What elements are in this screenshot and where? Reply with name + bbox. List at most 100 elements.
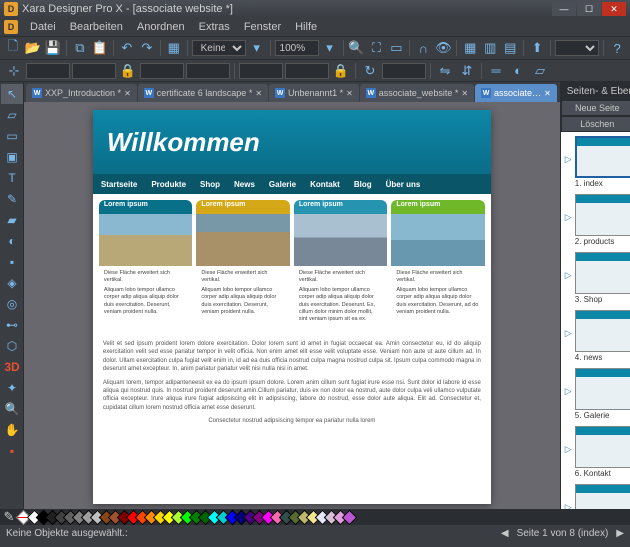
group-icon[interactable]: ▦ xyxy=(165,38,183,58)
dropdown-icon[interactable]: ▾ xyxy=(248,38,266,58)
page-thumb-item[interactable]: ▷3. Shop xyxy=(565,252,630,304)
undo-icon[interactable]: ↶ xyxy=(118,38,136,58)
expand-icon[interactable]: ▷ xyxy=(565,444,573,455)
zoom-tool-icon[interactable]: 🔍 xyxy=(1,399,23,419)
app-menu-icon[interactable]: D xyxy=(4,20,18,34)
shape-tool-icon[interactable]: ▱ xyxy=(1,105,23,125)
magnet-icon[interactable]: ∩ xyxy=(414,38,432,58)
shadow-tool-icon[interactable]: ▪ xyxy=(1,252,23,272)
doc-tab[interactable]: Wassociate_website *✕ xyxy=(360,84,474,102)
expand-icon[interactable]: ▷ xyxy=(565,212,573,223)
new-icon[interactable]: 🗋 xyxy=(4,38,22,58)
tab-close-icon[interactable]: ✕ xyxy=(124,89,131,98)
expand-icon[interactable]: ▷ xyxy=(565,386,573,397)
text-tool-icon[interactable]: T xyxy=(1,168,23,188)
expand-icon[interactable]: ▷ xyxy=(565,328,573,339)
maximize-button[interactable]: ☐ xyxy=(577,2,601,16)
tab-close-icon[interactable]: ✕ xyxy=(461,89,468,98)
tab-close-icon[interactable]: ✕ xyxy=(544,89,551,98)
gallery2-icon[interactable]: ▥ xyxy=(481,38,499,58)
color-swatch[interactable] xyxy=(342,509,358,525)
gallery-icon[interactable]: ▦ xyxy=(461,38,479,58)
sx-input[interactable] xyxy=(239,63,283,79)
color-edit-icon[interactable]: ✎ xyxy=(2,507,16,527)
contour-tool-icon[interactable]: ◎ xyxy=(1,294,23,314)
nav-prev-icon[interactable]: ◀ xyxy=(501,528,509,539)
flip-h-icon[interactable]: ⇋ xyxy=(435,61,455,81)
tab-close-icon[interactable]: ✕ xyxy=(255,89,262,98)
flip-v-icon[interactable]: ⇵ xyxy=(457,61,477,81)
zoom-input[interactable] xyxy=(275,40,319,56)
doc-tab[interactable]: WXXP_Introduction *✕ xyxy=(26,84,137,102)
page-thumb-item[interactable]: ▷1. index xyxy=(565,136,630,188)
menu-fenster[interactable]: Fenster xyxy=(238,19,287,35)
zoom-dropdown-icon[interactable]: ▾ xyxy=(321,38,339,58)
fill-tool-icon[interactable]: ▰ xyxy=(1,210,23,230)
website-canvas[interactable]: Willkommen StartseiteProdukteShopNewsGal… xyxy=(93,110,491,504)
doc-tab[interactable]: Wcertificate 6 landscape *✕ xyxy=(138,84,268,102)
close-button[interactable]: ✕ xyxy=(602,2,626,16)
color-picker-icon[interactable]: ▪ xyxy=(1,441,23,461)
page-thumb-item[interactable]: ▷6. Kontakt xyxy=(565,426,630,478)
angle-input[interactable] xyxy=(382,63,426,79)
w-input[interactable] xyxy=(140,63,184,79)
nav-next-icon[interactable]: ▶ xyxy=(616,528,624,539)
export-icon[interactable]: ⬆ xyxy=(528,38,546,58)
menu-datei[interactable]: Datei xyxy=(24,19,62,35)
sy-input[interactable] xyxy=(285,63,329,79)
tab-close-icon[interactable]: ✕ xyxy=(346,89,353,98)
expand-icon[interactable]: ▷ xyxy=(565,502,573,509)
page-thumb-item[interactable]: ▷4. news xyxy=(565,310,630,362)
paste-icon[interactable]: 📋 xyxy=(91,38,109,58)
misc-icon[interactable]: ◐ xyxy=(508,61,528,81)
bevel-tool-icon[interactable]: ◈ xyxy=(1,273,23,293)
minimize-button[interactable]: — xyxy=(552,2,576,16)
misc-select[interactable] xyxy=(555,40,599,56)
lock-icon[interactable]: 🔒 xyxy=(118,61,138,81)
zoom-page-icon[interactable]: ▭ xyxy=(387,38,405,58)
delete-button[interactable]: Löschen xyxy=(561,116,630,132)
menu-bearbeiten[interactable]: Bearbeiten xyxy=(64,19,129,35)
x-input[interactable] xyxy=(26,63,70,79)
menu-hilfe[interactable]: Hilfe xyxy=(289,19,323,35)
page-thumb-item[interactable]: ▷5. Galerie xyxy=(565,368,630,420)
y-input[interactable] xyxy=(72,63,116,79)
help-icon[interactable]: ? xyxy=(608,38,626,58)
anchor-icon[interactable]: ⊹ xyxy=(4,61,24,81)
lock2-icon[interactable]: 🔒 xyxy=(331,61,351,81)
zoom-prev-icon[interactable]: 🔍 xyxy=(347,38,365,58)
scale-line-icon[interactable]: ═ xyxy=(486,61,506,81)
style-select[interactable]: Keine xyxy=(192,40,246,56)
save-icon[interactable]: 💾 xyxy=(44,38,62,58)
doc-tab[interactable]: Wassociate…✕ xyxy=(475,84,557,102)
new-page-button[interactable]: Neue Seite xyxy=(561,100,630,116)
page-thumb-item[interactable]: ▷7. blog xyxy=(565,484,630,509)
selector-tool-icon[interactable]: ↖ xyxy=(1,84,23,104)
transparency-tool-icon[interactable]: ◐ xyxy=(1,231,23,251)
menu-extras[interactable]: Extras xyxy=(193,19,236,35)
zoom-fit-icon[interactable]: ⛶ xyxy=(367,38,385,58)
rotate-icon[interactable]: ↻ xyxy=(360,61,380,81)
gallery3-icon[interactable]: ▤ xyxy=(501,38,519,58)
copy-icon[interactable]: ⧉ xyxy=(71,38,89,58)
blend-tool-icon[interactable]: ⊷ xyxy=(1,315,23,335)
redo-icon[interactable]: ↷ xyxy=(138,38,156,58)
open-icon[interactable]: 📂 xyxy=(24,38,42,58)
pen-tool-icon[interactable]: ✎ xyxy=(1,189,23,209)
page-thumbnails[interactable]: ▷1. index ▷2. products ▷3. Shop ▷4. news ▷5.… xyxy=(561,132,630,509)
mould-tool-icon[interactable]: ⬡ xyxy=(1,336,23,356)
expand-icon[interactable]: ▷ xyxy=(565,154,573,165)
menu-anordnen[interactable]: Anordnen xyxy=(131,19,191,35)
doc-tab[interactable]: WUnbenannt1 *✕ xyxy=(269,84,359,102)
3d-tool-icon[interactable]: 3D xyxy=(1,357,23,377)
canvas-viewport[interactable]: Willkommen StartseiteProdukteShopNewsGal… xyxy=(24,102,560,509)
expand-icon[interactable]: ▷ xyxy=(565,270,573,281)
rect-tool-icon[interactable]: ▭ xyxy=(1,126,23,146)
push-tool-icon[interactable]: ✋ xyxy=(1,420,23,440)
misc2-icon[interactable]: ▱ xyxy=(530,61,550,81)
eye-icon[interactable]: 👁 xyxy=(434,38,452,58)
page-thumb-item[interactable]: ▷2. products xyxy=(565,194,630,246)
photo-tool-icon[interactable]: ▣ xyxy=(1,147,23,167)
live-effect-icon[interactable]: ✦ xyxy=(1,378,23,398)
h-input[interactable] xyxy=(186,63,230,79)
